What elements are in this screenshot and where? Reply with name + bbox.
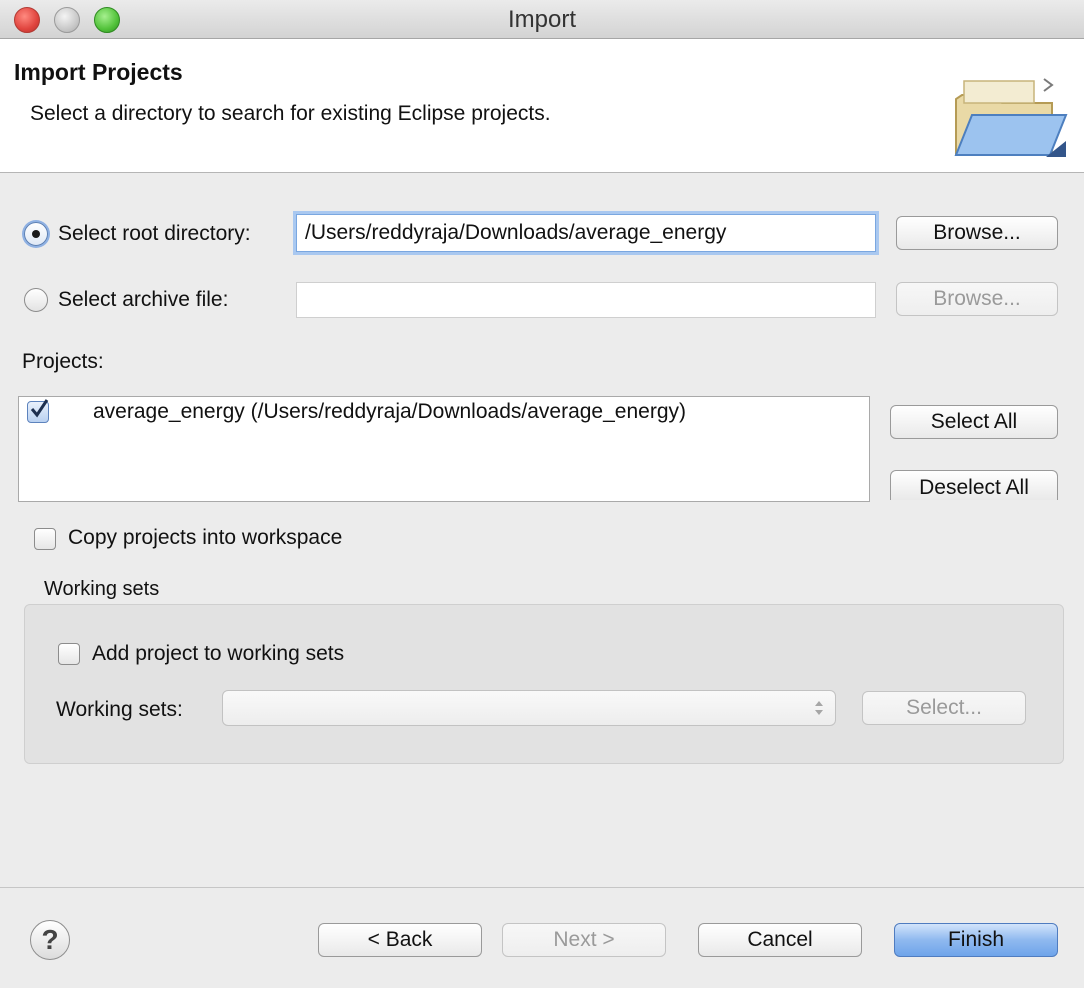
working-sets-select[interactable] bbox=[222, 690, 836, 726]
projects-list[interactable]: average_energy (/Users/reddyraja/Downloa… bbox=[18, 396, 870, 502]
select-archive-file-radio[interactable] bbox=[24, 288, 48, 312]
copy-projects-label: Copy projects into workspace bbox=[68, 526, 343, 549]
page-title: Import Projects bbox=[14, 59, 183, 85]
add-to-working-sets-checkbox[interactable] bbox=[58, 643, 80, 665]
working-sets-group-label: Working sets bbox=[44, 578, 160, 600]
browse-archive-button[interactable]: Browse... bbox=[896, 282, 1058, 316]
cancel-button[interactable]: Cancel bbox=[698, 923, 862, 957]
project-label: average_energy (/Users/reddyraja/Downloa… bbox=[93, 400, 686, 423]
archive-file-input[interactable] bbox=[296, 282, 876, 318]
add-to-working-sets-label: Add project to working sets bbox=[92, 642, 345, 665]
select-archive-file-label: Select archive file: bbox=[58, 288, 229, 311]
projects-label: Projects: bbox=[22, 350, 104, 373]
working-sets-group bbox=[24, 604, 1064, 764]
finish-button[interactable]: Finish bbox=[894, 923, 1058, 957]
chevron-up-down-icon bbox=[815, 701, 823, 715]
select-root-directory-radio[interactable] bbox=[24, 222, 48, 246]
folder-open-icon bbox=[954, 78, 1068, 157]
browse-root-button[interactable]: Browse... bbox=[896, 216, 1058, 250]
root-directory-input[interactable] bbox=[296, 214, 876, 252]
back-button[interactable]: < Back bbox=[318, 923, 482, 957]
select-root-directory-label: Select root directory: bbox=[58, 222, 251, 245]
help-icon[interactable]: ? bbox=[30, 920, 70, 960]
checkmark-icon bbox=[30, 399, 49, 418]
footer-divider bbox=[0, 887, 1084, 888]
select-all-button[interactable]: Select All bbox=[890, 405, 1058, 439]
project-checkbox[interactable] bbox=[27, 399, 49, 423]
working-sets-label: Working sets: bbox=[56, 698, 183, 721]
deselect-all-button[interactable]: Deselect All bbox=[890, 470, 1058, 500]
list-item[interactable]: average_energy (/Users/reddyraja/Downloa… bbox=[19, 397, 869, 429]
page-description: Select a directory to search for existin… bbox=[30, 102, 551, 125]
title-bar: Import bbox=[0, 0, 1084, 39]
copy-projects-checkbox[interactable] bbox=[34, 528, 56, 550]
wizard-banner: Import Projects Select a directory to se… bbox=[0, 39, 1084, 173]
next-button[interactable]: Next > bbox=[502, 923, 666, 957]
select-working-sets-button[interactable]: Select... bbox=[862, 691, 1026, 725]
window-title: Import bbox=[507, 6, 576, 33]
